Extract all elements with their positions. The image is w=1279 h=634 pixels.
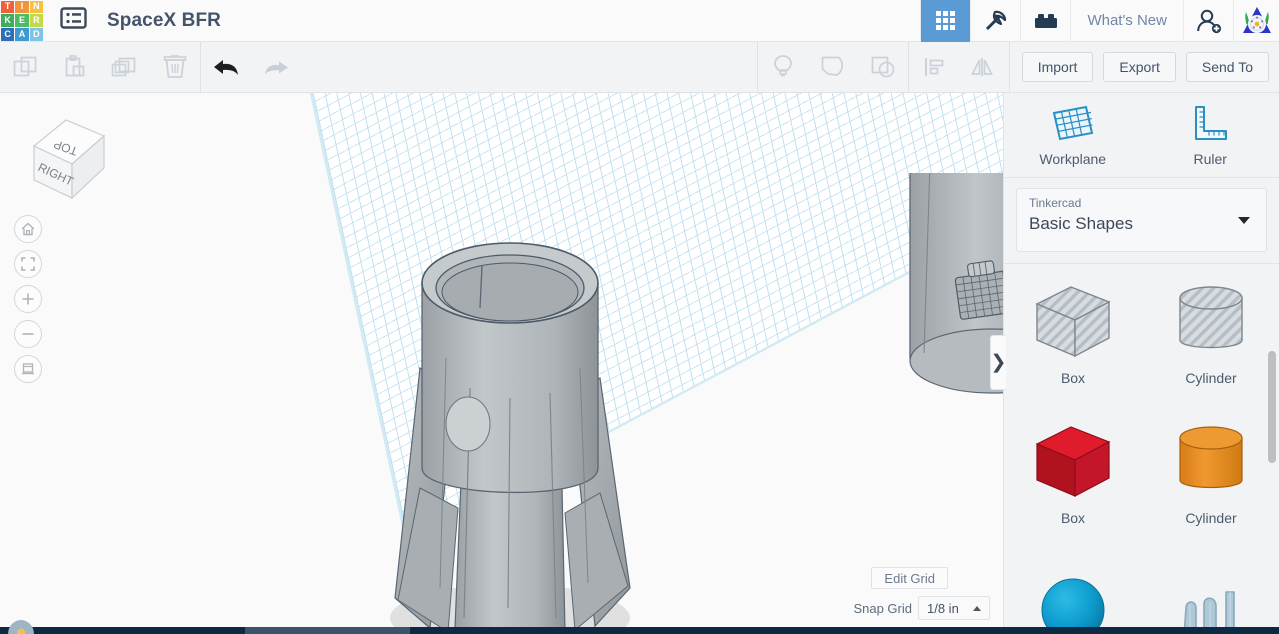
logo-tile-a: A [15, 28, 28, 41]
rocket-model-bfr[interactable] [360, 188, 660, 634]
home-view-button[interactable] [14, 215, 42, 243]
snap-grid-label: Snap Grid [853, 601, 912, 616]
redo-arrow-icon[interactable] [251, 42, 301, 93]
scribble-icon [1172, 574, 1250, 634]
cylinder-hole-icon [1172, 282, 1250, 362]
export-button[interactable]: Export [1103, 52, 1175, 82]
undo-arrow-icon[interactable] [201, 42, 251, 93]
box-hole-icon [1029, 282, 1117, 362]
shape-item-sphere[interactable] [1004, 544, 1142, 634]
workplane-grid-icon [1050, 103, 1096, 145]
copy-button[interactable] [0, 42, 50, 93]
snap-grid-control: Snap Grid 1/8 in [853, 596, 990, 620]
snap-grid-value: 1/8 in [927, 601, 959, 616]
logo-tile-k: K [1, 14, 14, 27]
user-avatar[interactable] [1233, 0, 1279, 42]
logo-tile-i: I [15, 1, 28, 14]
shape-item-scribble[interactable] [1142, 544, 1279, 634]
shape-label: Cylinder [1185, 370, 1236, 386]
tinkercad-logo[interactable]: T I N K E R C A D [0, 0, 44, 42]
minecraft-pickaxe-icon[interactable] [970, 0, 1020, 42]
edit-toolbar: Import Export Send To [0, 42, 1279, 93]
clipboard-tool-group [0, 42, 200, 93]
view-nav-column: TOP RIGHT [8, 108, 118, 390]
zoom-in-button[interactable] [14, 285, 42, 313]
top-bar: T I N K E R C A D SpaceX BFR [0, 0, 1279, 42]
zoom-out-button[interactable] [14, 320, 42, 348]
action-button-group: Import Export Send To [1010, 52, 1279, 82]
grid-apps-icon[interactable] [920, 0, 970, 42]
panel-collapse-handle[interactable]: ❯ [990, 335, 1006, 390]
send-to-button[interactable]: Send To [1186, 52, 1269, 82]
shape-library-dropdown[interactable]: Tinkercad Basic Shapes [1016, 188, 1267, 252]
ruler-icon [1190, 103, 1230, 145]
library-name-label: Basic Shapes [1029, 214, 1254, 234]
workplane-tool-label: Workplane [1039, 151, 1106, 167]
lightbulb-icon[interactable] [758, 42, 808, 93]
logo-tile-d: D [30, 28, 43, 41]
shape-label: Cylinder [1185, 510, 1236, 526]
panel-scrollbar[interactable] [1268, 258, 1276, 634]
person-add-icon[interactable] [1183, 0, 1233, 42]
3d-viewport[interactable]: TOP RIGHT [0, 93, 1003, 634]
panel-tools-row: Workplane Ruler [1004, 93, 1279, 178]
lego-brick-icon[interactable] [1020, 0, 1070, 42]
fit-to-view-button[interactable] [14, 250, 42, 278]
polygon-icon[interactable] [808, 42, 858, 93]
duplicate-button[interactable] [100, 42, 150, 93]
projection-toggle-button[interactable] [14, 355, 42, 383]
history-tool-group [201, 42, 301, 93]
library-group-label: Tinkercad [1029, 196, 1254, 210]
shape-grid: Box Cylinder Box [1004, 263, 1279, 634]
caret-up-icon [973, 606, 981, 611]
group-shapes-icon[interactable] [858, 42, 908, 93]
snap-grid-select[interactable]: 1/8 in [918, 596, 990, 620]
logo-tile-r: R [30, 14, 43, 27]
shape-tool-group [758, 42, 908, 93]
os-taskbar[interactable] [0, 627, 1279, 634]
panel-scrollbar-thumb[interactable] [1268, 351, 1276, 463]
sphere-icon [1037, 574, 1109, 634]
shape-item-box-hole[interactable]: Box [1004, 264, 1142, 404]
view-cube[interactable]: TOP RIGHT [14, 108, 114, 208]
box-solid-icon [1029, 422, 1117, 502]
ruler-tool-label: Ruler [1194, 151, 1227, 167]
shape-item-cylinder-solid[interactable]: Cylinder [1142, 404, 1279, 544]
grid-apps-glyph [936, 11, 955, 30]
logo-tile-n: N [30, 1, 43, 14]
align-icon[interactable] [909, 42, 959, 93]
whats-new-link[interactable]: What's New [1070, 0, 1183, 42]
top-bar-right-group: What's New [920, 0, 1279, 42]
ruler-tool[interactable]: Ruler [1142, 93, 1279, 177]
shape-label: Box [1061, 370, 1085, 386]
shape-label: Box [1061, 510, 1085, 526]
logo-tile-e: E [15, 14, 28, 27]
workplane-tool[interactable]: Workplane [1004, 93, 1142, 177]
paste-button[interactable] [50, 42, 100, 93]
list-menu-icon[interactable] [60, 6, 87, 35]
shape-item-cylinder-hole[interactable]: Cylinder [1142, 264, 1279, 404]
cylinder-solid-icon [1172, 422, 1250, 502]
shapes-panel: Workplane Ruler Tinkercad Basic Shapes [1003, 93, 1279, 634]
logo-tile-c: C [1, 28, 14, 41]
align-tool-group [909, 42, 1009, 93]
chevron-down-icon [1238, 217, 1250, 224]
mirror-flip-icon[interactable] [959, 42, 1009, 93]
trash-icon[interactable] [150, 42, 200, 93]
edit-grid-button[interactable]: Edit Grid [871, 567, 948, 589]
page-title[interactable]: SpaceX BFR [107, 10, 221, 32]
import-button[interactable]: Import [1022, 52, 1094, 82]
rocket-model-secondary[interactable] [900, 173, 1003, 433]
logo-tile-t: T [1, 1, 14, 14]
shape-item-box-solid[interactable]: Box [1004, 404, 1142, 544]
taskbar-window-segment[interactable] [245, 627, 410, 634]
tinkercad-app: T I N K E R C A D SpaceX BFR [0, 0, 1279, 634]
